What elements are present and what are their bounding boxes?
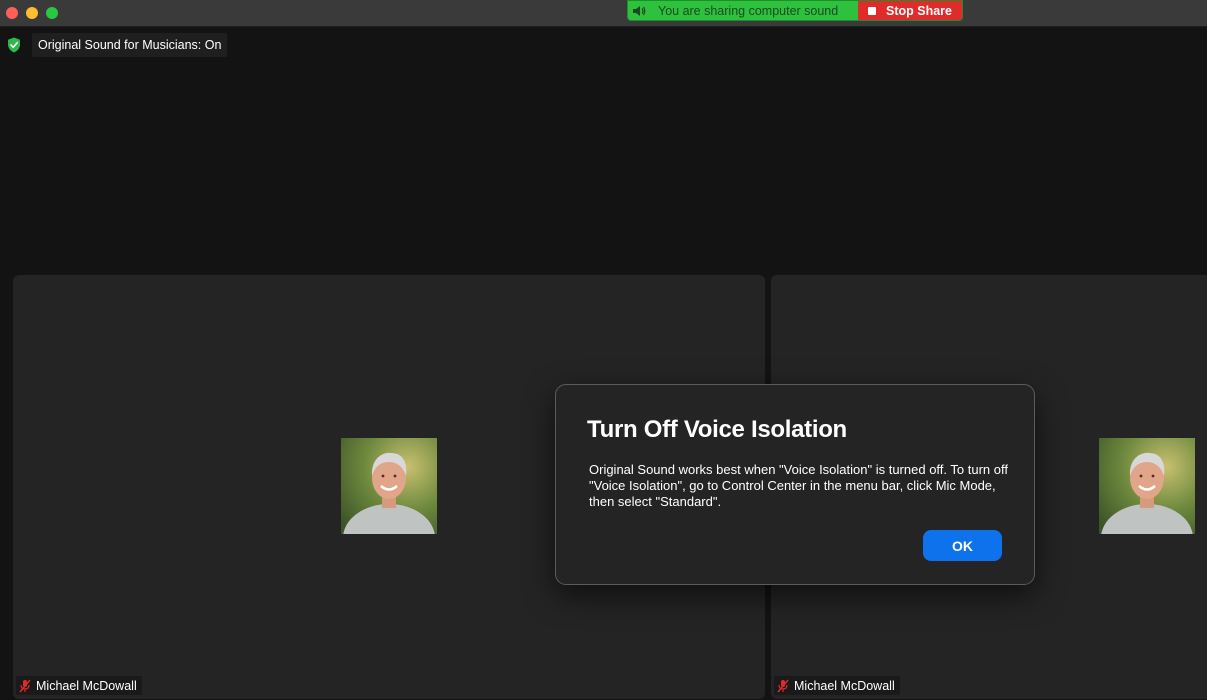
shield-check-icon — [4, 35, 24, 55]
mic-muted-icon — [776, 678, 790, 694]
stop-square-icon — [868, 6, 876, 15]
window-titlebar — [0, 0, 1207, 27]
participant-name: Michael McDowall — [794, 678, 895, 693]
stop-share-label: Stop Share — [886, 3, 952, 18]
dialog-body: Original Sound works best when "Voice Is… — [589, 462, 1008, 509]
dialog-title: Turn Off Voice Isolation — [587, 416, 847, 443]
mic-muted-icon — [18, 678, 32, 694]
voice-isolation-dialog: Turn Off Voice Isolation Original Sound … — [555, 384, 1035, 585]
participant-name: Michael McDowall — [36, 678, 137, 693]
stop-share-button[interactable]: Stop Share — [858, 1, 962, 20]
participant-avatar — [1099, 438, 1195, 534]
close-window-button[interactable] — [6, 7, 18, 19]
original-sound-indicator: Original Sound for Musicians: On — [4, 33, 228, 57]
original-sound-label[interactable]: Original Sound for Musicians: On — [32, 33, 228, 57]
sharing-toolbar: You are sharing computer sound Stop Shar… — [627, 0, 963, 21]
sharing-status: You are sharing computer sound — [628, 1, 858, 20]
ok-button[interactable]: OK — [923, 530, 1002, 561]
participant-name-tag: Michael McDowall — [774, 676, 900, 695]
sharing-status-text: You are sharing computer sound — [658, 3, 839, 18]
participant-name-tag: Michael McDowall — [16, 676, 142, 695]
minimize-window-button[interactable] — [26, 7, 38, 19]
zoom-window-button[interactable] — [46, 7, 58, 19]
speaker-icon — [628, 1, 650, 20]
participant-avatar — [341, 438, 437, 534]
